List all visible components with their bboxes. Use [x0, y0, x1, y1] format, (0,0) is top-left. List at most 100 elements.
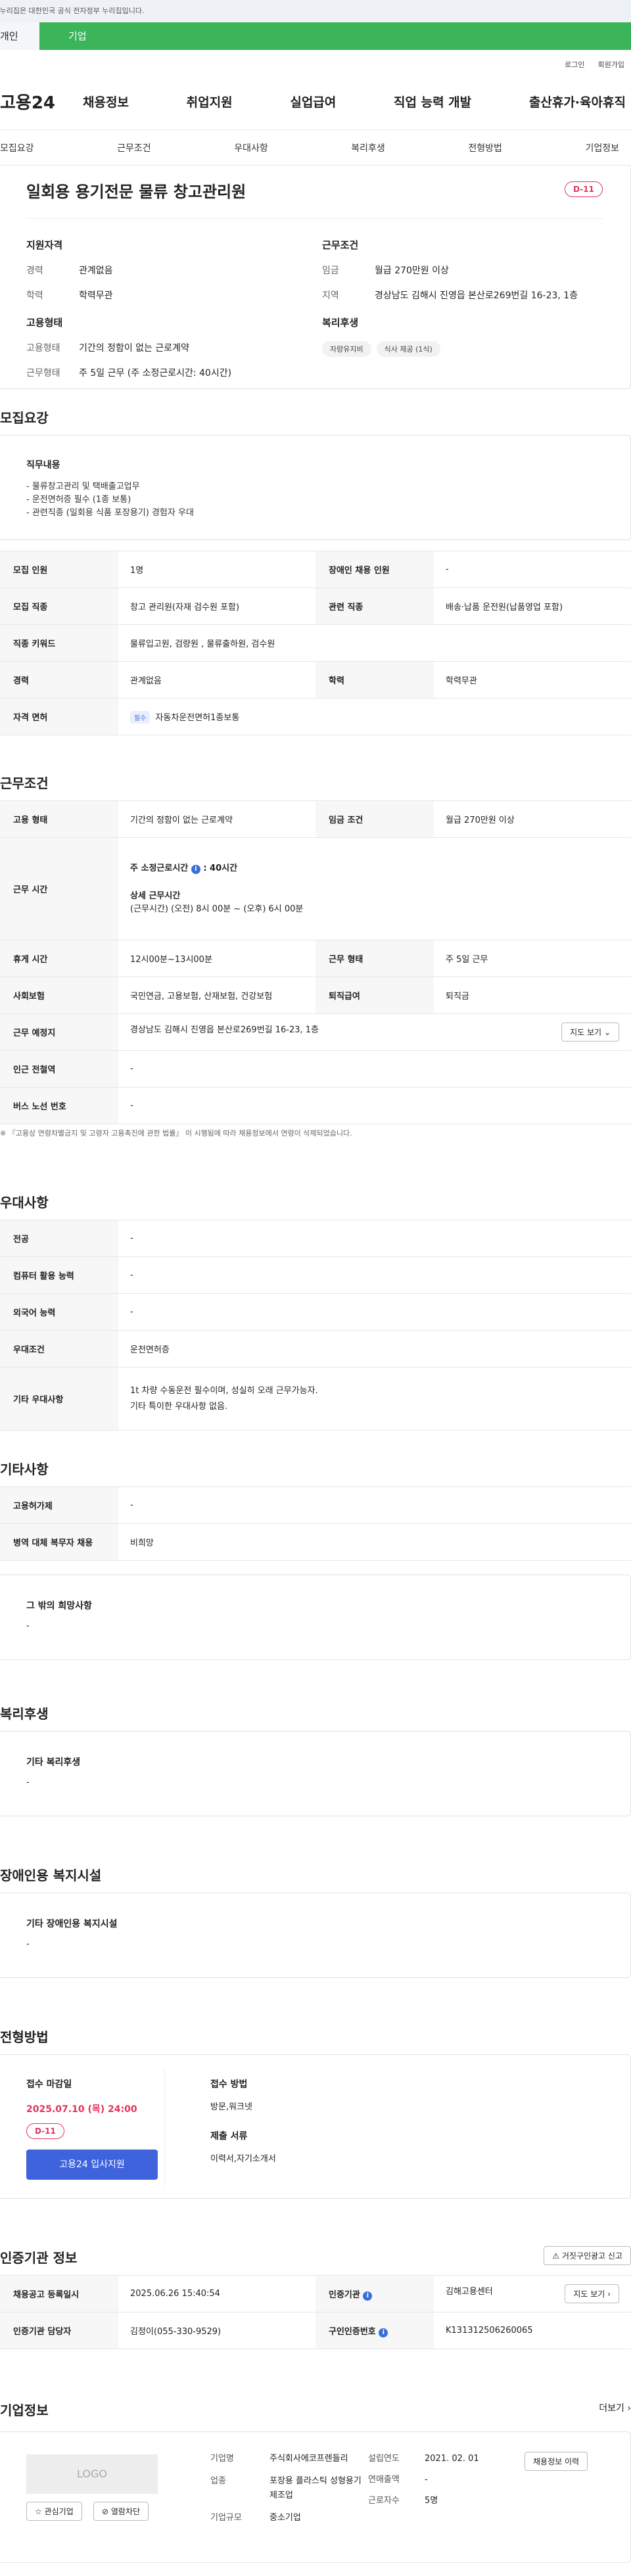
- etc-pref-cell: 1t 차량 수동운전 필수이며, 성실히 오래 근무가능자. 기타 특이한 우대…: [118, 1367, 631, 1431]
- gnb-item-leave[interactable]: 출산휴가·육아휴직: [529, 93, 626, 110]
- cell-label: 학력: [316, 661, 434, 699]
- qualification-block: 지원자격 경력 관계없음 학력 학력무관: [26, 238, 113, 313]
- deadline-value: 2025.07.10 (목) 24:00: [26, 2104, 137, 2115]
- other-table: 고용허가제 - 병역 대체 복무자 채용 비희망: [0, 1486, 631, 1561]
- table-row: 고용허가제 -: [0, 1486, 631, 1524]
- cell-value: 학력무관: [434, 661, 631, 699]
- more-link[interactable]: 더보기 ›: [599, 2401, 631, 2414]
- gnb-item-training[interactable]: 직업 능력 개발: [394, 93, 471, 110]
- map-button[interactable]: 지도 보기 ⌄: [561, 1023, 619, 1042]
- employment-block: 고용형태 고용형태 기간의 정함이 없는 근로계약 근무형태 주 5일 근무 (주 …: [26, 315, 231, 391]
- employees-value: 5명: [425, 2496, 438, 2506]
- cell-value: 창고 관리원(자재 검수원 포함): [118, 587, 316, 625]
- cell-value: -: [118, 1256, 631, 1294]
- tab-company-label: 기업: [68, 30, 87, 42]
- dday-badge: D-11: [565, 181, 603, 197]
- welfare-summary-block: 복리후생 자량유지비 식사 제공 (1식): [322, 315, 440, 357]
- cell-value: 2025.06.26 15:40:54: [118, 2275, 316, 2312]
- gnb-item-employment-support[interactable]: 취업지원: [187, 93, 233, 110]
- cell-label: 인근 전철역: [0, 1050, 118, 1088]
- gnb-item-jobs[interactable]: 채용정보: [83, 93, 129, 110]
- cert-map-button[interactable]: 지도 보기 ›: [565, 2284, 619, 2303]
- size-value: 중소기업: [269, 2513, 301, 2523]
- cell-value: 관계없음: [118, 661, 316, 699]
- hiring-history-button[interactable]: 채용정보 이력: [525, 2452, 588, 2471]
- cell-label: 관련 직종: [316, 587, 434, 625]
- gnb-item-unemployment[interactable]: 실업급여: [290, 93, 336, 110]
- tab-company[interactable]: 기업: [39, 22, 631, 50]
- info-icon[interactable]: i: [191, 864, 200, 874]
- career-label: 경력: [26, 265, 43, 276]
- work-form-value: 주 5일 근무 (주 소정근로시간: 40시간): [79, 368, 232, 379]
- industry-value: 포장용 플라스틱 성형용기 제조업: [269, 2476, 362, 2500]
- cell-label: 인증기관 담당자: [0, 2312, 118, 2349]
- role-tabs: 개인 기업: [0, 22, 631, 50]
- cell-value: 비희망: [118, 1523, 631, 1561]
- method-heading: 접수 방법: [210, 2079, 248, 2090]
- chevron-right-icon: ›: [607, 2289, 611, 2299]
- apply-button[interactable]: 고용24 입사지원: [26, 2150, 158, 2180]
- divider: [26, 218, 604, 219]
- job-title: 일회용 용기전문 물류 창고관리원: [26, 183, 246, 201]
- main-nav: 고용24 채용정보 취업지원 실업급여 직업 능력 개발 출산휴가·육아휴직: [0, 74, 631, 130]
- login-link[interactable]: 로그인: [565, 59, 584, 74]
- page: 이 누리집은 대한민국 공식 전자정부 누리집입니다. 개인 기업 로그인 회원…: [0, 0, 631, 2576]
- table-row: 채용공고 등록일시 2025.06.26 15:40:54 인증기관 i 김해고…: [0, 2275, 631, 2312]
- selection-box: 접수 마감일 2025.07.10 (목) 24:00 D-11 고용24 입사…: [0, 2054, 631, 2199]
- section-title-other: 기타사항: [0, 1461, 49, 1477]
- cell-value: 배송·납품 운전원(납품영업 포함): [434, 587, 631, 625]
- qualification-heading: 지원자격: [26, 239, 63, 251]
- est-label: 설립연도: [368, 2454, 400, 2464]
- report-button[interactable]: ⚠ 거짓구인광고 신고: [544, 2246, 631, 2265]
- table-row: 우대조건 운전면허증: [0, 1330, 631, 1368]
- cell-label: 전공: [0, 1220, 118, 1257]
- table-row: 직종 키워드 물류입고원, 검량원 , 물류출하원, 검수원: [0, 624, 631, 662]
- cell-value: 김정이(055-330-9529): [118, 2312, 316, 2349]
- tab-work[interactable]: 근무조건: [117, 141, 151, 154]
- work-form-label: 근무형태: [26, 368, 60, 379]
- cell-label: 고용허가제: [0, 1486, 118, 1524]
- cell-label: 경력: [0, 661, 118, 699]
- table-row: 휴게 시간 12시00분~13시00분 근무 형태 주 5일 근무: [0, 940, 631, 977]
- tab-personal[interactable]: 개인: [0, 22, 39, 50]
- tab-selection[interactable]: 전형방법: [468, 141, 502, 154]
- tab-welfare[interactable]: 복리후생: [351, 141, 385, 154]
- fav-company-button[interactable]: ☆ 관심기업: [26, 2502, 82, 2521]
- deadline-heading: 접수 마감일: [26, 2079, 72, 2090]
- cell-label: 채용공고 등록일시: [0, 2275, 118, 2312]
- cell-label: 외국어 능력: [0, 1293, 118, 1331]
- welfare-box: 기타 복리후생 -: [0, 1731, 631, 1816]
- map-button-label: 지도 보기: [570, 1028, 602, 1037]
- table-row: 근무 시간 주 소정근로시간 i : 40시간 상세 근무시간 (근무시간) (…: [0, 837, 631, 940]
- company-name-label: 기업명: [210, 2454, 234, 2464]
- tab-company[interactable]: 기업정보: [585, 141, 619, 154]
- gov-notice-bar: 이 누리집은 대한민국 공식 전자정부 누리집입니다.: [0, 0, 631, 22]
- num-label: 구인인증번호: [329, 2326, 376, 2337]
- cell-label: 사회보험: [0, 977, 118, 1014]
- cell-value: 국민연금, 고용보험, 산재보험, 건강보험: [118, 977, 316, 1014]
- join-link[interactable]: 회원가입: [598, 59, 624, 74]
- cell-value: 월급 270만원 이상: [434, 800, 631, 838]
- disabled-value: -: [26, 1939, 30, 1949]
- tab-recruit[interactable]: 모집요강: [0, 141, 34, 154]
- size-label: 기업규모: [210, 2513, 242, 2523]
- est-value: 2021. 02. 01: [425, 2454, 479, 2464]
- info-icon[interactable]: i: [379, 2328, 388, 2337]
- section-title-disabled: 장애인용 복지시설: [0, 1868, 102, 1883]
- employees-label: 근로자수: [368, 2496, 400, 2506]
- cell-value: 물류입고원, 검량원 , 물류출하원, 검수원: [118, 624, 631, 662]
- cell-label: 컴퓨터 활용 능력: [0, 1256, 118, 1294]
- tab-pref[interactable]: 우대사항: [234, 141, 268, 154]
- emp-type-value: 기간의 정함이 없는 근로계약: [79, 343, 189, 354]
- info-icon[interactable]: i: [363, 2291, 373, 2301]
- fav-label: 관심기업: [44, 2507, 74, 2516]
- site-logo[interactable]: 고용24: [0, 89, 83, 114]
- weekly-hours-value: : 40시간: [203, 863, 238, 873]
- disabled-heading: 기타 장애인용 복지시설: [26, 1919, 118, 1929]
- cell-label: 기타 우대사항: [0, 1367, 118, 1431]
- block-company-button[interactable]: ⊘ 열람차단: [93, 2502, 149, 2521]
- company-info-right: 설립연도 2021. 02. 01 연매출액 - 근로자수 5명: [368, 2452, 479, 2508]
- table-row: 근무 예정지 경상남도 김해시 진영읍 본산로269번길 16-23, 1층 지…: [0, 1013, 631, 1051]
- table-row: 인근 전철역 -: [0, 1050, 631, 1088]
- welfare-chip: 식사 제공 (1식): [376, 341, 440, 357]
